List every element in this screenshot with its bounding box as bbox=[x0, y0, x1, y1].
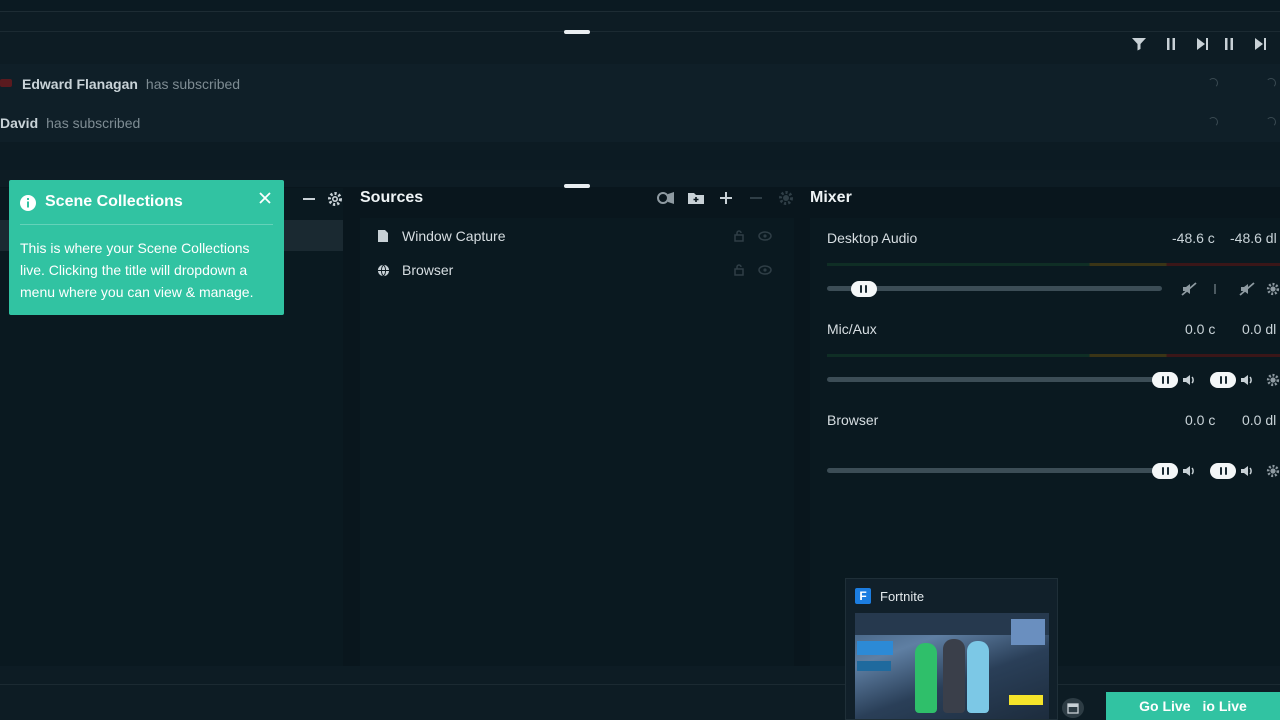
character-figure bbox=[943, 639, 965, 713]
source-properties-gear-icon[interactable] bbox=[776, 189, 796, 207]
skip-next-icon[interactable] bbox=[1192, 36, 1212, 52]
volume-slider-track[interactable] bbox=[827, 286, 1162, 291]
monitor-toggle-icon[interactable] bbox=[1208, 281, 1222, 297]
app-icon-letter: F bbox=[859, 589, 867, 603]
close-icon[interactable] bbox=[257, 190, 273, 206]
event-action: has subscribed bbox=[145, 75, 241, 92]
channel-settings-gear-icon[interactable] bbox=[1266, 281, 1280, 297]
volume-db-readout: -48.6 c bbox=[1172, 230, 1215, 246]
volume-slider-knob[interactable] bbox=[1152, 463, 1178, 479]
character-figure bbox=[967, 641, 989, 713]
mixer-title: Mixer bbox=[810, 189, 852, 206]
volume-db-readout: 0.0 dl bbox=[1242, 412, 1277, 428]
mark-read-icon[interactable] bbox=[1266, 117, 1276, 127]
volume-meter bbox=[827, 354, 1280, 357]
volume-meter bbox=[827, 263, 1280, 266]
thumbnail-ready-button bbox=[1009, 695, 1043, 705]
add-source-icon[interactable] bbox=[716, 189, 736, 207]
source-label: Browser bbox=[402, 262, 454, 278]
subscriber-icon bbox=[0, 79, 12, 87]
speaker-icon[interactable] bbox=[1238, 463, 1256, 479]
repeat-alert-icon[interactable] bbox=[1208, 78, 1218, 88]
volume-slider-track[interactable] bbox=[827, 377, 1162, 382]
lock-icon[interactable] bbox=[732, 229, 746, 243]
event-user-name: David bbox=[0, 114, 39, 131]
source-item-window-capture[interactable]: Window Capture bbox=[372, 221, 782, 251]
thumbnail-panel bbox=[857, 641, 893, 655]
tooltip-divider bbox=[20, 224, 273, 225]
schedule-calendar-icon[interactable] bbox=[1062, 698, 1084, 718]
thumbnail-panel bbox=[857, 661, 891, 671]
go-live-label: Go Live bbox=[1139, 698, 1191, 714]
event-action: has subscribed bbox=[46, 114, 141, 131]
game-thumbnail bbox=[855, 613, 1049, 719]
scene-collections-tooltip: Scene Collections This is where your Sce… bbox=[9, 180, 284, 315]
sources-title: Sources bbox=[360, 189, 424, 206]
volume-db-readout: -48.6 dl bbox=[1230, 230, 1277, 246]
remove-source-icon[interactable] bbox=[746, 189, 766, 207]
pause-icon[interactable] bbox=[1161, 36, 1181, 52]
top-strip bbox=[0, 0, 1280, 12]
channel-settings-gear-icon[interactable] bbox=[1266, 372, 1280, 388]
visibility-eye-icon[interactable] bbox=[758, 229, 772, 243]
volume-db-readout: 0.0 dl bbox=[1242, 321, 1277, 337]
remove-scene-icon[interactable] bbox=[300, 190, 318, 208]
character-figure bbox=[915, 643, 937, 713]
visibility-eye-icon[interactable] bbox=[758, 263, 772, 277]
thumbnail-panel bbox=[1011, 619, 1045, 645]
file-icon bbox=[375, 228, 391, 244]
info-icon bbox=[20, 195, 36, 211]
toolbar-divider bbox=[0, 31, 1280, 32]
footer-bar bbox=[0, 666, 1280, 720]
muted-speaker-icon[interactable] bbox=[1180, 281, 1198, 297]
speaker-icon[interactable] bbox=[1238, 372, 1256, 388]
panels-resize-handle[interactable] bbox=[564, 184, 590, 188]
event-row[interactable]: David has subscribed bbox=[0, 103, 1280, 142]
event-user-name: Edward Flanagan bbox=[22, 75, 138, 92]
channel-settings-gear-icon[interactable] bbox=[1266, 463, 1280, 479]
duplicate-slider-knob[interactable] bbox=[1210, 463, 1236, 479]
repeat-alert-icon[interactable] bbox=[1208, 117, 1218, 127]
go-live-button[interactable]: Go Live io Live bbox=[1106, 692, 1280, 720]
scene-settings-gear-icon[interactable] bbox=[326, 190, 344, 208]
fortnite-app-icon: F bbox=[855, 588, 871, 604]
volume-slider-track[interactable] bbox=[827, 468, 1162, 473]
skip-alert-icon[interactable] bbox=[1250, 36, 1270, 52]
event-row[interactable]: Edward Flanagan has subscribed bbox=[0, 64, 1280, 103]
tooltip-body: This is where your Scene Collections liv… bbox=[20, 240, 254, 300]
muted-speaker-icon[interactable] bbox=[1238, 281, 1256, 297]
add-folder-icon[interactable] bbox=[686, 189, 706, 207]
tooltip-title: Scene Collections bbox=[45, 193, 183, 210]
recent-events-toolbar bbox=[0, 12, 1280, 64]
filter-icon[interactable] bbox=[1129, 36, 1149, 52]
events-resize-handle[interactable] bbox=[564, 30, 590, 34]
duplicate-slider-knob[interactable] bbox=[1210, 372, 1236, 388]
volume-db-readout: 0.0 c bbox=[1185, 412, 1216, 428]
events-spacer bbox=[0, 142, 1280, 170]
taskbar-preview-card[interactable]: F Fortnite bbox=[845, 578, 1058, 720]
mark-read-icon[interactable] bbox=[1266, 78, 1276, 88]
footer-divider bbox=[0, 684, 1280, 685]
globe-icon bbox=[375, 262, 391, 278]
mixer-channel-name: Mic/Aux bbox=[827, 321, 877, 337]
go-live-ghost-label: io Live bbox=[1202, 698, 1247, 714]
volume-slider-knob[interactable] bbox=[1152, 372, 1178, 388]
source-audio-icon[interactable] bbox=[656, 189, 676, 207]
source-item-browser[interactable]: Browser bbox=[372, 255, 782, 285]
mixer-channel-name: Browser bbox=[827, 412, 879, 428]
pause-alerts-icon[interactable] bbox=[1219, 36, 1239, 52]
volume-db-readout: 0.0 c bbox=[1185, 321, 1216, 337]
source-label: Window Capture bbox=[402, 228, 506, 244]
volume-slider-knob[interactable] bbox=[850, 281, 877, 297]
sources-panel bbox=[360, 218, 794, 666]
speaker-icon[interactable] bbox=[1180, 372, 1198, 388]
lock-icon[interactable] bbox=[732, 263, 746, 277]
preview-title: Fortnite bbox=[880, 589, 925, 604]
speaker-icon[interactable] bbox=[1180, 463, 1198, 479]
mixer-channel-name: Desktop Audio bbox=[827, 230, 918, 246]
